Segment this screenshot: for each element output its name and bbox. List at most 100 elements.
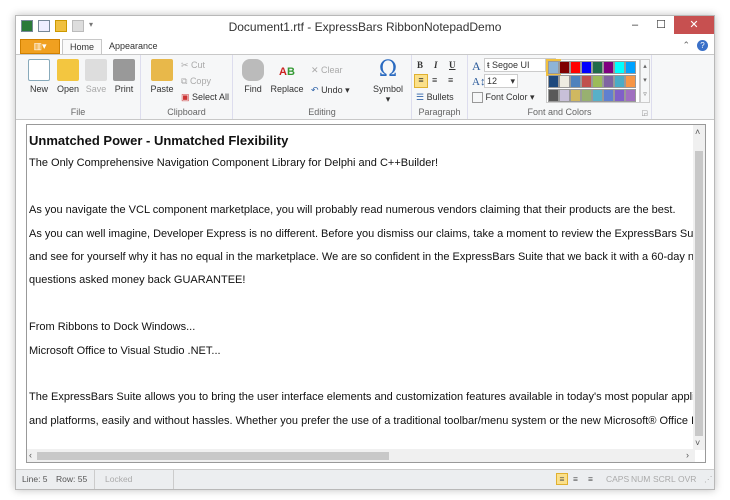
horizontal-scrollbar[interactable]: ‹ › [27,449,695,462]
document-heading: Unmatched Power - Unmatched Flexibility [29,133,289,148]
bullets-button[interactable]: ☰ Bullets [416,92,454,103]
replace-button[interactable]: AB Replace [269,59,305,94]
clear-button[interactable]: ✕ Clear [311,65,343,76]
status-align-center-button[interactable]: ≡ [573,470,578,489]
select-all-button[interactable]: ▣ Select All [181,92,229,103]
color-swatch[interactable] [592,61,603,74]
binoculars-icon [242,59,264,81]
color-swatch[interactable] [592,89,603,102]
close-button[interactable]: ✕ [674,16,714,34]
horizontal-scroll-thumb[interactable] [37,452,389,460]
window-title: Document1.rtf - ExpressBars RibbonNotepa… [228,20,502,34]
status-align-left-button[interactable]: ≡ [556,473,568,485]
document-line: and platforms, easily and without hassle… [29,414,693,427]
tab-home[interactable]: Home [62,39,103,55]
group-label: Editing [308,107,336,117]
cut-button[interactable]: ✂ Cut [181,60,205,71]
italic-button[interactable]: I [434,60,438,70]
bullets-icon: ☰ [416,92,425,102]
scroll-right-icon[interactable]: › [686,450,689,460]
cut-label: Cut [191,60,206,70]
new-button[interactable]: New [24,59,54,94]
status-align-right-button[interactable]: ≡ [588,470,593,489]
align-left-button[interactable]: ≡ [414,74,428,88]
replace-ab-icon: AB [279,66,295,78]
color-swatch[interactable] [570,61,581,74]
color-swatch[interactable] [548,89,559,102]
status-ovr: OVR [678,474,697,484]
color-swatch[interactable] [603,75,614,88]
color-swatch[interactable] [570,89,581,102]
group-label: Paragraph [418,107,461,117]
ribbon: New Open Save Print File Paste ✂ Cut ⧉ C… [16,54,714,120]
dialog-launcher-icon[interactable]: ◲ [641,109,648,117]
resize-grip-icon[interactable]: ⋰ [704,470,713,489]
color-swatch[interactable] [603,89,614,102]
print-button[interactable]: Print [110,59,138,94]
color-swatch[interactable] [581,89,592,102]
color-swatch[interactable] [559,89,570,102]
symbol-button[interactable]: Ω Symbol ▾ [369,59,407,105]
color-gallery [546,59,640,103]
omega-icon: Ω [378,57,398,82]
color-swatch[interactable] [570,75,581,88]
color-swatch[interactable] [592,75,603,88]
scroll-up-icon[interactable]: ˄ [695,127,700,137]
select-all-label: Select All [192,92,230,102]
group-editing: Find AB Replace ✕ Clear ↶ Undo ▾ Ω Symbol ▾… [233,55,412,119]
color-swatch[interactable] [625,89,636,102]
document-text[interactable]: Unmatched Power - Unmatched Flexibility T… [29,129,693,433]
color-swatch[interactable] [559,61,570,74]
align-center-button[interactable]: ≡ [432,75,437,85]
document-editor[interactable]: Unmatched Power - Unmatched Flexibility T… [26,124,706,463]
bullets-label: Bullets [426,92,454,102]
font-color-button[interactable]: Font Color ▾ [472,92,535,104]
open-button[interactable]: Open [53,59,83,94]
font-size-value: 12 [487,76,498,86]
symbol-label: Symbol [372,84,403,94]
undo-button[interactable]: ↶ Undo ▾ [311,85,350,96]
color-swatch[interactable] [625,75,636,88]
color-swatch[interactable] [581,61,592,74]
font-size-combo[interactable]: 12 ▾ [484,74,518,88]
color-swatch[interactable] [548,75,559,88]
font-color-label: Font Color [485,92,528,102]
minimize-button[interactable]: – [622,16,648,34]
vertical-scroll-thumb[interactable] [695,151,703,436]
save-button[interactable]: Save [83,59,109,94]
minimize-ribbon-icon[interactable]: ⌃ [682,40,690,51]
find-button[interactable]: Find [237,59,269,94]
group-label: Clipboard [167,107,206,117]
application-menu-button[interactable]: ▥▾ [20,39,60,54]
color-swatch[interactable] [614,75,625,88]
scroll-left-icon[interactable]: ‹ [29,450,32,460]
disk-icon [85,59,107,81]
maximize-button[interactable]: ☐ [648,16,674,34]
color-swatch[interactable] [546,59,561,76]
group-file: New Open Save Print File [16,55,141,119]
color-swatch[interactable] [581,75,592,88]
status-bar: Line: 5 Row: 55 Locked ≡ ≡ ≡ CAPS NUM SC… [16,469,714,489]
scroll-down-icon[interactable]: ˅ [695,438,700,448]
align-right-button[interactable]: ≡ [448,75,453,85]
copy-button[interactable]: ⧉ Copy [181,76,211,87]
tab-appearance[interactable]: Appearance [102,39,165,55]
font-name-combo[interactable]: ŧ Segoe UI [484,58,546,72]
document-line: The ExpressBars Suite allows you to brin… [29,391,693,404]
bold-button[interactable]: B [417,60,423,70]
printer-icon [113,59,135,81]
help-icon[interactable]: ? [697,40,708,51]
vertical-scrollbar[interactable]: ˄ ˅ [693,125,705,450]
color-swatch[interactable] [614,89,625,102]
underline-button[interactable]: U [449,60,456,70]
status-locked: Locked [94,470,174,489]
color-swatch[interactable] [559,75,570,88]
color-swatch[interactable] [625,61,636,74]
color-swatch[interactable] [603,61,614,74]
group-paragraph: B I U ≡ ≡ ≡ ☰ Bullets Paragraph [412,55,468,119]
paste-button[interactable]: Paste [147,59,177,94]
color-swatch[interactable] [614,61,625,74]
gallery-scroll-buttons[interactable]: ▴ ▾ ▿ [640,59,650,103]
